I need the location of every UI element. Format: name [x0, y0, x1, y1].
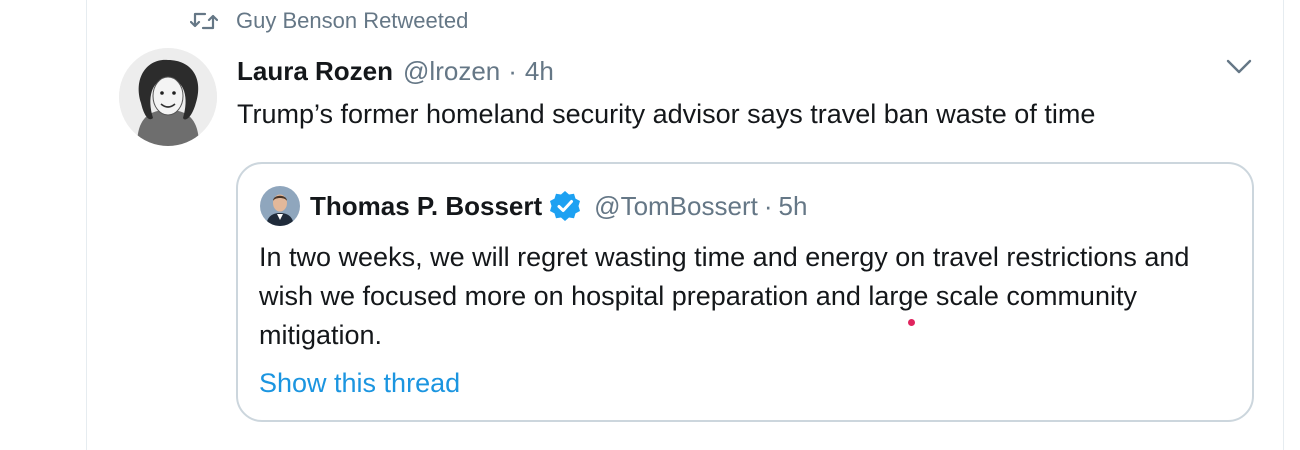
meta-separator: ·	[508, 55, 517, 86]
cursor-dot	[908, 319, 915, 326]
tweet-header: Laura Rozen @lrozen · 4h	[237, 52, 554, 90]
quoted-avatar-image	[260, 186, 300, 226]
quoted-tweet-header: Thomas P. Bossert @TomBossert · 5h	[310, 186, 807, 226]
quoted-author-handle: @TomBossert	[594, 190, 758, 221]
verified-badge-icon	[550, 191, 581, 221]
show-thread-link[interactable]: Show this thread	[259, 364, 460, 402]
chevron-down-icon[interactable]	[1222, 52, 1256, 80]
author-handle[interactable]: @lrozen	[403, 56, 500, 87]
retweet-context[interactable]: Guy Benson Retweeted	[190, 6, 468, 36]
quoted-author-avatar[interactable]	[260, 186, 300, 226]
avatar[interactable]	[119, 48, 217, 146]
quoted-tweet-card[interactable]: Thomas P. Bossert @TomBossert · 5h In tw…	[236, 162, 1254, 422]
author-name[interactable]: Laura Rozen	[237, 56, 393, 87]
quoted-tweet-text: In two weeks, we will regret wasting tim…	[259, 242, 1190, 350]
retweet-label: Guy Benson Retweeted	[236, 8, 469, 33]
quoted-author-name: Thomas P. Bossert	[310, 190, 543, 221]
retweet-icon	[190, 12, 218, 30]
quoted-meta-separator: ·	[763, 190, 773, 221]
tweet-timestamp[interactable]: 4h	[525, 56, 554, 87]
tweet-text: Trump’s former homeland security advisor…	[237, 99, 1096, 129]
quoted-tweet-timestamp: 5h	[778, 190, 808, 221]
author-avatar-image	[119, 48, 217, 146]
